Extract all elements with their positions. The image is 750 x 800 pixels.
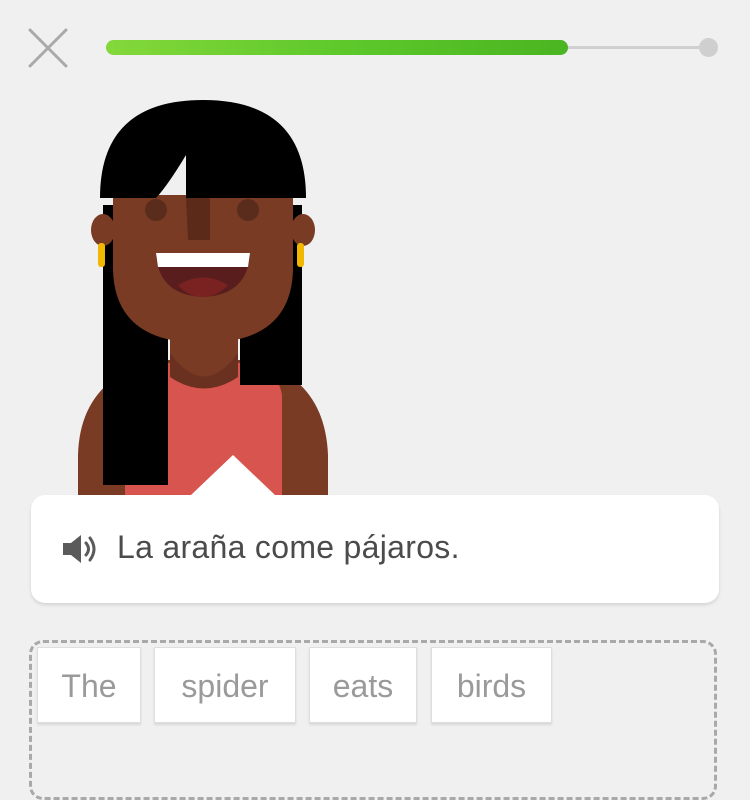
character-illustration (70, 95, 340, 496)
speaker-icon (63, 535, 96, 563)
word-chip-birds[interactable]: birds (431, 647, 552, 723)
word-chip-the[interactable]: The (37, 647, 141, 723)
play-audio-button[interactable] (61, 531, 101, 567)
close-icon (28, 28, 68, 68)
prompt-sentence: La araña come pájaros. (117, 529, 460, 565)
word-chip-spider[interactable]: spider (154, 647, 296, 723)
prompt-speech-bubble: La araña come pájaros. (31, 455, 719, 603)
progress-end-dot (699, 38, 718, 57)
word-chip-eats[interactable]: eats (309, 647, 417, 723)
lesson-progress-bar (106, 38, 718, 58)
woman-avatar-illustration (78, 100, 328, 496)
progress-fill (106, 40, 568, 55)
close-button[interactable] (26, 28, 70, 68)
speech-bubble-tail (191, 455, 275, 495)
